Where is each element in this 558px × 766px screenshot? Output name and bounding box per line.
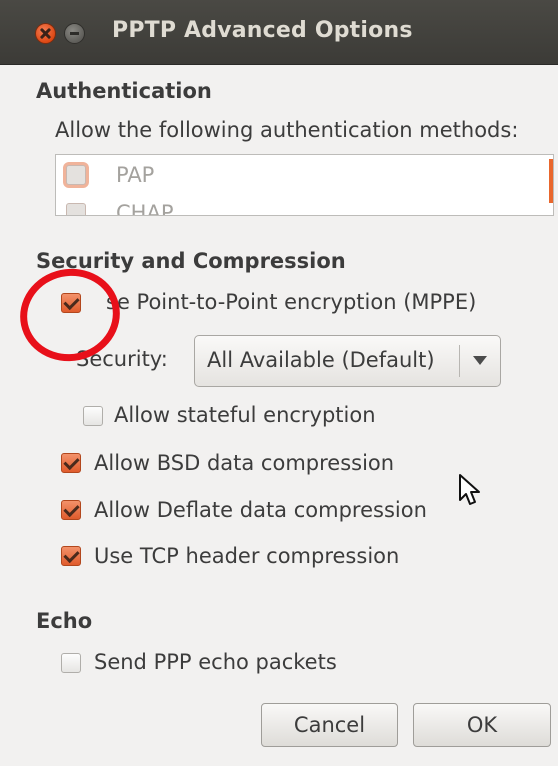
cancel-button[interactable]: Cancel xyxy=(261,703,398,747)
security-heading: Security and Compression xyxy=(36,249,346,273)
stateful-encryption-checkbox[interactable] xyxy=(83,406,103,426)
chevron-down-icon[interactable] xyxy=(473,356,487,365)
bsd-compression-checkbox[interactable] xyxy=(61,453,81,473)
ok-button[interactable]: OK xyxy=(413,703,551,747)
auth-methods-label: Allow the following authentication metho… xyxy=(55,118,519,142)
close-icon[interactable] xyxy=(35,23,56,44)
auth-methods-list[interactable]: PAP CHAP xyxy=(55,154,554,216)
list-item-chap[interactable]: CHAP xyxy=(56,195,536,216)
send-echo-checkbox[interactable] xyxy=(61,653,81,673)
chap-label: CHAP xyxy=(116,201,174,216)
list-item-pap[interactable]: PAP xyxy=(56,155,536,195)
title-bar: PPTP Advanced Options xyxy=(0,0,558,65)
echo-heading: Echo xyxy=(36,609,93,633)
authentication-heading: Authentication xyxy=(36,79,212,103)
security-select[interactable]: All Available (Default) xyxy=(194,335,501,387)
list-scrollbar[interactable] xyxy=(549,159,553,203)
deflate-compression-label[interactable]: Allow Deflate data compression xyxy=(94,498,427,522)
use-mppe-label: se Point-to-Point encryption (MPPE) xyxy=(106,290,477,314)
use-mppe-checkbox[interactable] xyxy=(61,293,81,313)
pap-checkbox[interactable] xyxy=(66,165,86,185)
bsd-compression-label[interactable]: Allow BSD data compression xyxy=(94,451,394,475)
pap-label: PAP xyxy=(116,163,155,187)
security-select-value: All Available (Default) xyxy=(207,348,435,372)
chap-checkbox[interactable] xyxy=(66,203,86,215)
security-label: Security: xyxy=(76,347,168,371)
deflate-compression-checkbox[interactable] xyxy=(61,500,81,520)
tcp-compression-checkbox[interactable] xyxy=(61,546,81,566)
send-echo-label[interactable]: Send PPP echo packets xyxy=(94,650,337,674)
stateful-encryption-label[interactable]: Allow stateful encryption xyxy=(114,403,376,427)
combo-separator xyxy=(459,345,460,377)
minimize-icon[interactable] xyxy=(64,23,85,44)
tcp-compression-label[interactable]: Use TCP header compression xyxy=(94,544,399,568)
mouse-pointer-icon xyxy=(459,474,480,505)
window-title: PPTP Advanced Options xyxy=(112,18,413,43)
